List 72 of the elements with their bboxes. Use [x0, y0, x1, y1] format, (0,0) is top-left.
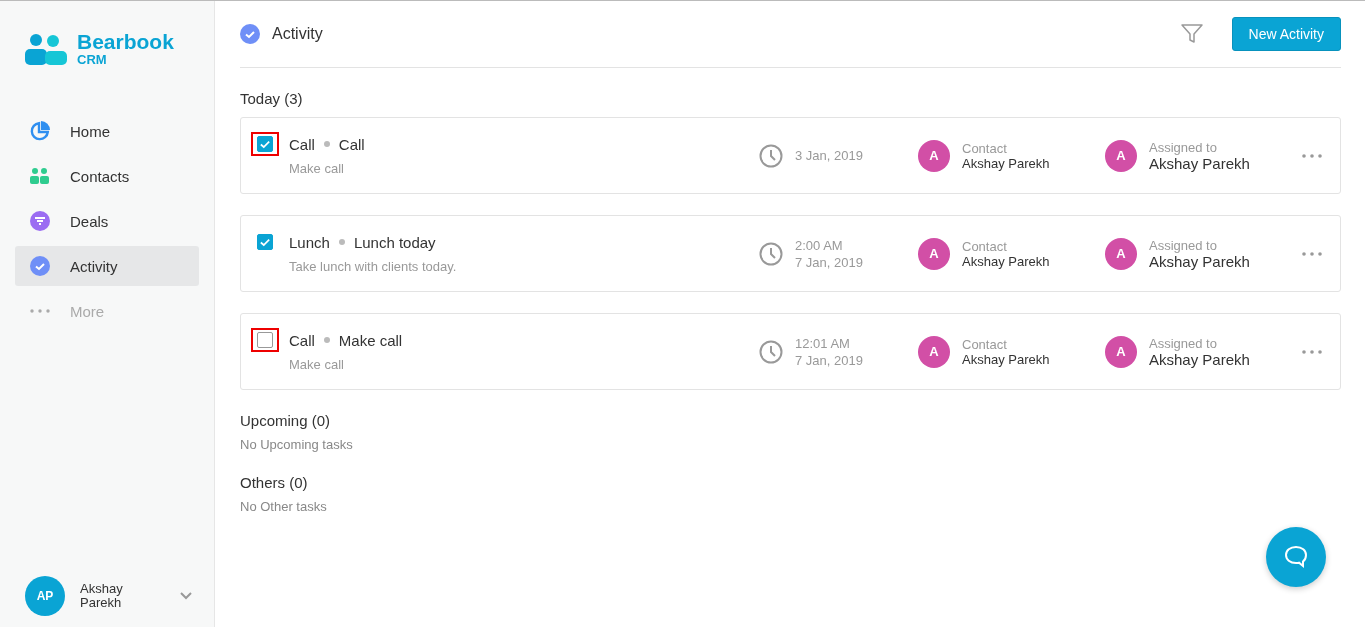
- person-name: Akshay Parekh: [1149, 350, 1250, 368]
- activity-description: Make call: [289, 356, 345, 372]
- activity-time: 3 Jan, 2019: [795, 147, 863, 164]
- field-label: Assigned to: [1149, 139, 1218, 155]
- check-circle-icon: [240, 24, 260, 44]
- more-icon[interactable]: [1302, 349, 1322, 354]
- more-icon: [30, 309, 50, 313]
- checkbox[interactable]: [257, 136, 273, 152]
- check-circle-icon: [30, 256, 50, 276]
- activity-description: Take lunch with clients today.: [289, 258, 458, 274]
- avatar: A: [918, 237, 950, 270]
- page-title: Activity: [272, 25, 323, 43]
- user-avatar: AP: [25, 576, 65, 616]
- filter-icon[interactable]: [1179, 22, 1204, 46]
- person-name: Akshay Parekh: [1149, 154, 1250, 172]
- nav-item[interactable]: Contacts: [15, 156, 199, 196]
- nav-item[interactable]: Activity: [15, 246, 199, 286]
- nav-item[interactable]: Home: [15, 111, 199, 151]
- chevron-down-icon: [180, 592, 192, 600]
- field-label: Assigned to: [1149, 335, 1218, 351]
- avatar: A: [1105, 335, 1137, 368]
- person-name: Akshay Parekh: [962, 155, 1050, 171]
- funnel-circle-icon: [30, 211, 50, 231]
- check-icon: [260, 139, 270, 149]
- clock-icon: [759, 143, 783, 168]
- section-title: Upcoming (0): [240, 412, 332, 429]
- chat-bubble-icon: [1283, 544, 1309, 570]
- field-label: Assigned to: [1149, 237, 1218, 253]
- nav-item[interactable]: Deals: [15, 201, 199, 241]
- activity-title: Call: [338, 135, 365, 153]
- brand-name: Bearbook: [77, 31, 174, 53]
- more-icon[interactable]: [1302, 251, 1322, 256]
- person-name: Akshay Parekh: [962, 351, 1050, 367]
- avatar: A: [1105, 139, 1137, 172]
- clock-icon: [759, 339, 783, 364]
- section-title: Today (3): [240, 90, 304, 107]
- activity-type: Call: [289, 331, 315, 349]
- separator-dot: [323, 337, 330, 343]
- pie-chart-icon: [30, 121, 50, 141]
- field-label: Contact: [962, 238, 1008, 254]
- person-name: Akshay Parekh: [962, 253, 1050, 269]
- separator-dot: [338, 239, 345, 245]
- people-icon: [30, 167, 50, 185]
- empty-message: No Upcoming tasks: [240, 437, 354, 452]
- activity-time: 7 Jan, 2019: [795, 351, 863, 369]
- activity-title: Make call: [338, 331, 403, 349]
- avatar: A: [918, 139, 950, 172]
- activity-title: Lunch today: [353, 233, 436, 251]
- field-label: Contact: [962, 336, 1008, 352]
- activity-time: 12:01 AM: [795, 334, 851, 352]
- checkbox[interactable]: [257, 332, 273, 348]
- checkbox[interactable]: [257, 234, 273, 250]
- brand-subtitle: CRM: [77, 53, 108, 67]
- more-icon[interactable]: [1302, 153, 1322, 158]
- user-menu[interactable]: AP Akshay Parekh: [0, 571, 214, 627]
- user-name: Akshay Parekh: [80, 582, 124, 610]
- avatar: A: [1105, 237, 1137, 270]
- activity-description: Make call: [289, 160, 345, 176]
- section-title: Others (0): [240, 474, 309, 491]
- person-name: Akshay Parekh: [1149, 252, 1250, 270]
- separator-dot: [323, 141, 330, 147]
- logo-icon: [25, 33, 67, 65]
- field-label: Contact: [962, 140, 1008, 156]
- check-icon: [260, 237, 270, 247]
- activity-type: Lunch: [289, 233, 330, 251]
- activity-time: 2:00 AM: [795, 236, 844, 254]
- avatar: A: [918, 335, 950, 368]
- clock-icon: [759, 241, 783, 266]
- activity-time: 7 Jan, 2019: [795, 253, 863, 271]
- chat-button[interactable]: [1266, 527, 1326, 587]
- activity-type: Call: [289, 135, 315, 153]
- empty-message: No Other tasks: [240, 499, 328, 514]
